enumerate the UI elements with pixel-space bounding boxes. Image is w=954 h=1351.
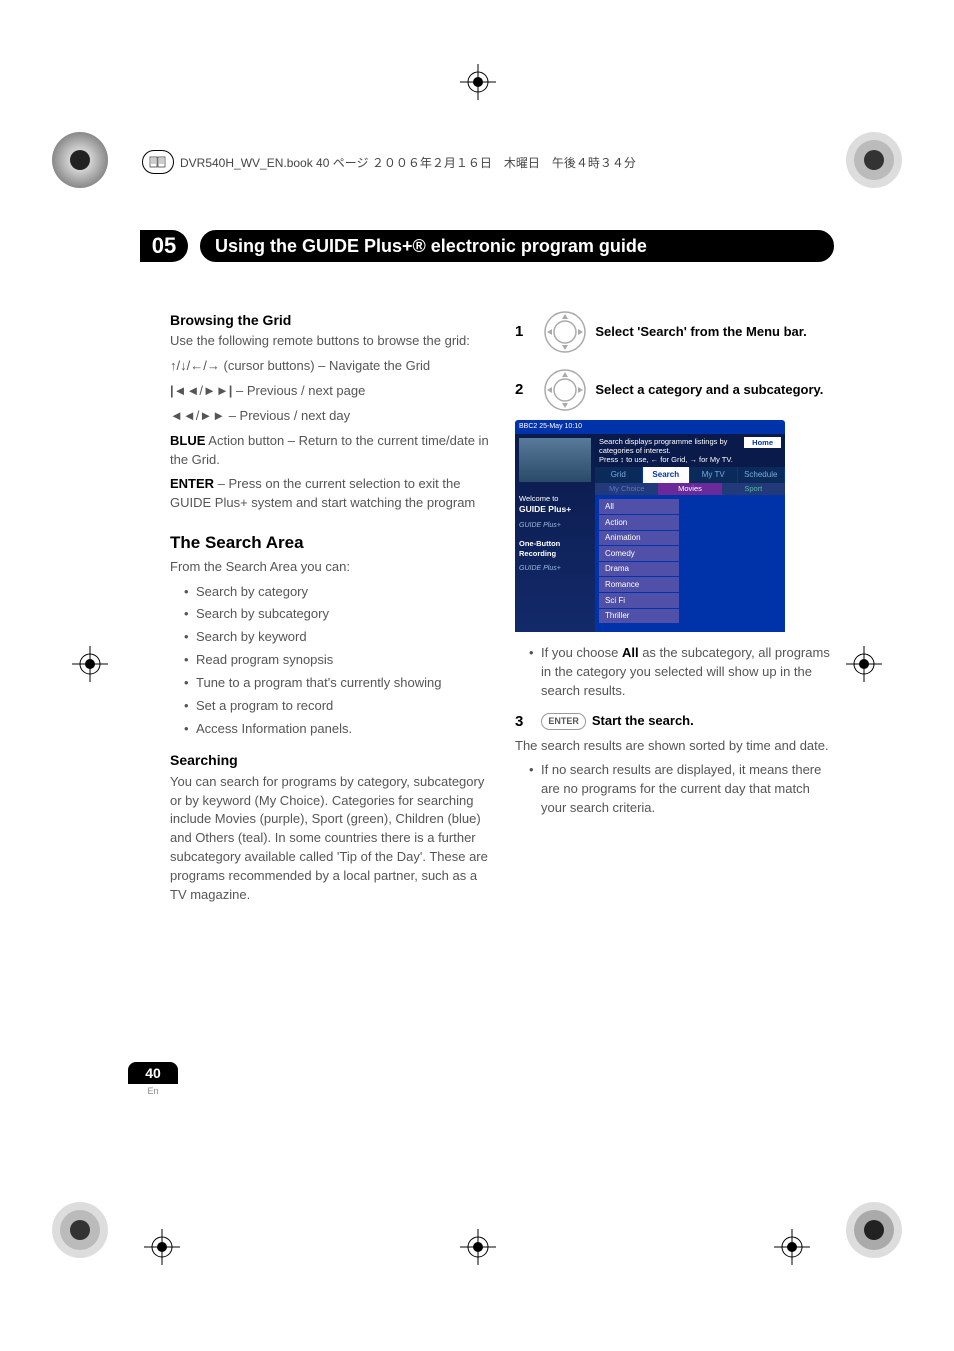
heading-browsing-grid: Browsing the Grid bbox=[170, 310, 489, 330]
heading-search-area: The Search Area bbox=[170, 531, 489, 556]
tv-list-item: Comedy bbox=[599, 546, 679, 561]
page-footer: 40 En bbox=[128, 1062, 178, 1096]
step-2: 2 Select a category and a subcategory. bbox=[515, 368, 834, 412]
note-list: If you choose All as the subcategory, al… bbox=[515, 644, 834, 701]
tv-one-button: One-Button Recording bbox=[519, 539, 591, 559]
body-text: From the Search Area you can: bbox=[170, 558, 489, 577]
tv-tab-search: Search bbox=[643, 467, 691, 483]
body-text: BLUE Action button – Return to the curre… bbox=[170, 432, 489, 470]
chapter-title: Using the GUIDE Plus+® electronic progra… bbox=[215, 236, 647, 257]
left-column: Browsing the Grid Use the following remo… bbox=[170, 310, 489, 911]
list-item: Search by category bbox=[184, 583, 489, 602]
step-number: 3 bbox=[515, 711, 523, 733]
prev-track-icon: |◄◄ bbox=[170, 383, 199, 398]
tv-list-item: Romance bbox=[599, 577, 679, 592]
tv-list-item: All bbox=[599, 499, 679, 514]
rewind-icon: ◄◄ bbox=[170, 408, 196, 423]
tv-list-item: Sci Fi bbox=[599, 593, 679, 608]
arrow-left-icon: ← bbox=[190, 358, 203, 373]
registration-corner-icon bbox=[844, 1200, 904, 1260]
tv-message: Home Search displays programme listings … bbox=[595, 434, 785, 467]
search-capabilities-list: Search by category Search by subcategory… bbox=[170, 583, 489, 739]
chapter-header: 05 Using the GUIDE Plus+® electronic pro… bbox=[170, 230, 834, 262]
tv-list-item: Action bbox=[599, 515, 679, 530]
tv-category-list: All Action Animation Comedy Drama Romanc… bbox=[595, 495, 785, 632]
list-item: Search by subcategory bbox=[184, 605, 489, 624]
tv-tab-mytv: My TV bbox=[690, 467, 738, 483]
body-text: ↑/↓/←/→ (cursor buttons) – Navigate the … bbox=[170, 357, 489, 376]
page-number: 40 bbox=[128, 1062, 178, 1084]
tv-list-item: Thriller bbox=[599, 609, 679, 624]
body-text: |◄◄/►►| – Previous / next page bbox=[170, 382, 489, 401]
registration-mark-icon bbox=[140, 1225, 184, 1269]
body-text: ENTER – Press on the current selection t… bbox=[170, 475, 489, 513]
tv-logo: GUIDE Plus+ bbox=[519, 564, 591, 574]
tv-home-button: Home bbox=[744, 437, 781, 448]
chapter-number: 05 bbox=[140, 230, 188, 262]
blue-label: BLUE bbox=[170, 433, 205, 448]
step-text: Start the search. bbox=[592, 712, 694, 731]
tv-list-item: Drama bbox=[599, 562, 679, 577]
registration-mark-icon bbox=[770, 1225, 814, 1269]
tv-tabs: Grid Search My TV Schedule bbox=[595, 467, 785, 483]
heading-searching: Searching bbox=[170, 750, 489, 770]
dpad-icon bbox=[543, 310, 587, 354]
step-3: 3 ENTER Start the search. bbox=[515, 711, 834, 733]
tv-subtab-movies: Movies bbox=[658, 483, 721, 496]
step-number: 2 bbox=[515, 379, 523, 401]
note-list: If no search results are displayed, it m… bbox=[515, 761, 834, 818]
tv-logo: GUIDE Plus+ bbox=[519, 521, 591, 531]
tv-thumbnail bbox=[519, 438, 591, 482]
arrow-right-icon: → bbox=[207, 358, 220, 373]
tv-guide-screenshot: BBC2 25-May 10:10 Welcome to GUIDE Plus+… bbox=[515, 420, 785, 632]
list-item: Set a program to record bbox=[184, 697, 489, 716]
arrow-down-icon: ↓ bbox=[180, 358, 187, 373]
list-item: Access Information panels. bbox=[184, 720, 489, 739]
body-text: The search results are shown sorted by t… bbox=[515, 737, 834, 756]
next-track-icon: ►►| bbox=[203, 383, 232, 398]
list-item: Tune to a program that's currently showi… bbox=[184, 674, 489, 693]
tv-welcome: Welcome to GUIDE Plus+ bbox=[519, 494, 591, 515]
step-text: Select 'Search' from the Menu bar. bbox=[595, 323, 806, 342]
page-language: En bbox=[128, 1086, 178, 1096]
body-text: You can search for programs by category,… bbox=[170, 773, 489, 905]
step-number: 1 bbox=[515, 321, 523, 343]
fast-forward-icon: ►► bbox=[199, 408, 225, 423]
tv-status: BBC2 25-May 10:10 bbox=[519, 422, 582, 432]
tv-subtab-mychoice: My Choice bbox=[595, 483, 658, 496]
list-item: Search by keyword bbox=[184, 628, 489, 647]
registration-mark-icon bbox=[456, 1225, 500, 1269]
tv-list-item: Animation bbox=[599, 531, 679, 546]
step-1: 1 Select 'Search' from the Menu bar. bbox=[515, 310, 834, 354]
tv-tab-grid: Grid bbox=[595, 467, 643, 483]
body-text: Use the following remote buttons to brow… bbox=[170, 332, 489, 351]
tv-subtabs: My Choice Movies Sport bbox=[595, 483, 785, 496]
arrow-up-icon: ↑ bbox=[170, 358, 177, 373]
right-column: 1 Select 'Search' from the Menu bar. 2 S… bbox=[515, 310, 834, 911]
enter-button-icon: ENTER bbox=[541, 713, 586, 730]
dpad-icon bbox=[543, 368, 587, 412]
step-text: Select a category and a subcategory. bbox=[595, 381, 823, 400]
tv-subtab-sport: Sport bbox=[722, 483, 785, 496]
enter-label: ENTER bbox=[170, 476, 214, 491]
body-text: ◄◄/►► – Previous / next day bbox=[170, 407, 489, 426]
registration-corner-icon bbox=[50, 1200, 110, 1260]
list-item: Read program synopsis bbox=[184, 651, 489, 670]
list-item: If no search results are displayed, it m… bbox=[529, 761, 834, 818]
list-item: If you choose All as the subcategory, al… bbox=[529, 644, 834, 701]
tv-tab-schedule: Schedule bbox=[738, 467, 786, 483]
